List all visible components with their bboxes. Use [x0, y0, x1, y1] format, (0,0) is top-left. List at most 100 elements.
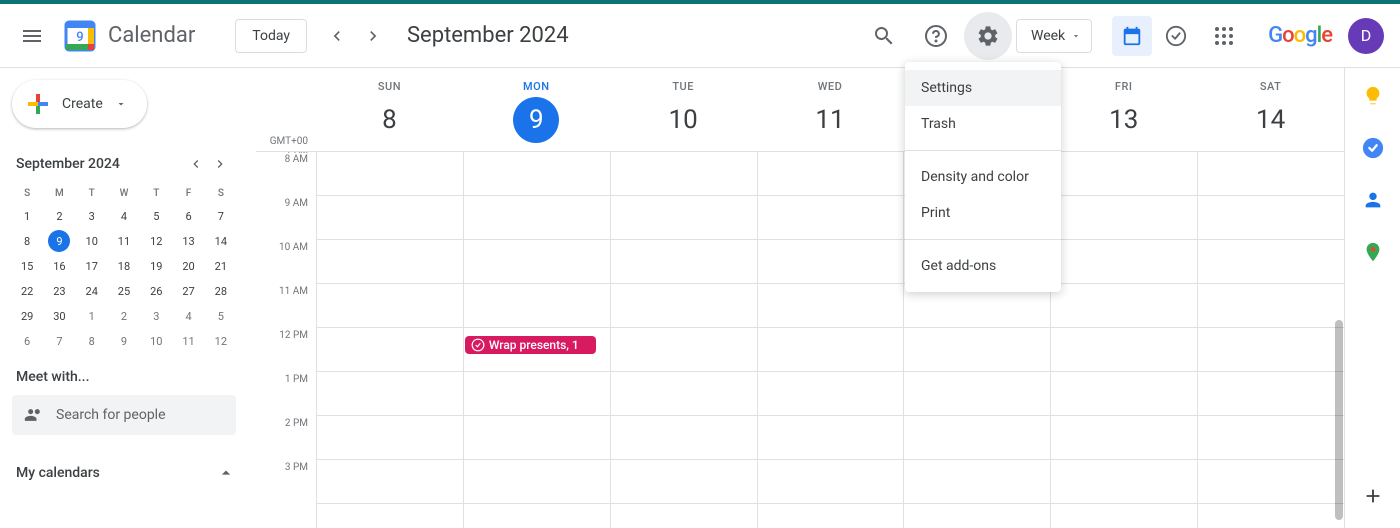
- day-column[interactable]: [1050, 152, 1197, 528]
- minical-day[interactable]: 18: [109, 255, 139, 278]
- time-slot[interactable]: [758, 328, 904, 372]
- time-slot[interactable]: [464, 196, 610, 240]
- time-slot[interactable]: [317, 504, 463, 528]
- minical-day[interactable]: 30: [44, 305, 74, 328]
- menu-item-settings[interactable]: Settings: [905, 70, 1061, 106]
- support-button[interactable]: [912, 12, 960, 60]
- minical-day[interactable]: 23: [44, 280, 74, 303]
- minical-day[interactable]: 1: [77, 305, 107, 328]
- time-slot[interactable]: [317, 416, 463, 460]
- time-slot[interactable]: [317, 284, 463, 328]
- time-slot[interactable]: [758, 196, 904, 240]
- minical-day[interactable]: 6: [173, 205, 203, 228]
- next-period-button[interactable]: [355, 18, 391, 54]
- minical-day[interactable]: 7: [206, 205, 236, 228]
- minical-day[interactable]: 26: [141, 280, 171, 303]
- day-column[interactable]: [316, 152, 463, 528]
- time-slot[interactable]: [317, 372, 463, 416]
- main-menu-button[interactable]: [8, 12, 56, 60]
- time-slot[interactable]: [1051, 196, 1197, 240]
- minical-day[interactable]: 22: [12, 280, 42, 303]
- time-slot[interactable]: [1198, 240, 1344, 284]
- day-header[interactable]: MON9: [463, 68, 610, 151]
- time-slot[interactable]: [611, 328, 757, 372]
- minical-day[interactable]: 11: [109, 230, 139, 253]
- time-slot[interactable]: [758, 372, 904, 416]
- minical-day[interactable]: 21: [206, 255, 236, 278]
- time-slot[interactable]: [1198, 284, 1344, 328]
- time-slot[interactable]: [1198, 504, 1344, 528]
- time-slot[interactable]: [1198, 328, 1344, 372]
- minical-day[interactable]: 12: [141, 230, 171, 253]
- time-slot[interactable]: [1051, 284, 1197, 328]
- time-slot[interactable]: [1051, 152, 1197, 196]
- minical-day[interactable]: 8: [77, 330, 107, 353]
- time-slot[interactable]: [758, 460, 904, 504]
- search-button[interactable]: [860, 12, 908, 60]
- minical-day[interactable]: 11: [173, 330, 203, 353]
- time-slot[interactable]: [758, 284, 904, 328]
- time-slot[interactable]: [904, 372, 1050, 416]
- minical-day[interactable]: 20: [173, 255, 203, 278]
- prev-period-button[interactable]: [319, 18, 355, 54]
- minical-day[interactable]: 7: [44, 330, 74, 353]
- calendar-mode-button[interactable]: [1112, 16, 1152, 56]
- time-slot[interactable]: [1051, 372, 1197, 416]
- time-slot[interactable]: [1051, 416, 1197, 460]
- time-slot[interactable]: [464, 504, 610, 528]
- day-column[interactable]: [1197, 152, 1344, 528]
- contacts-addon-icon[interactable]: [1361, 188, 1385, 212]
- time-slot[interactable]: [1198, 196, 1344, 240]
- today-button[interactable]: Today: [235, 19, 307, 53]
- day-header[interactable]: WED11: [757, 68, 904, 151]
- create-button[interactable]: Create: [12, 80, 147, 128]
- menu-item-trash[interactable]: Trash: [905, 106, 1061, 142]
- time-slot[interactable]: [611, 152, 757, 196]
- app-logo[interactable]: 9 Calendar: [60, 16, 195, 56]
- keep-addon-icon[interactable]: [1361, 84, 1385, 108]
- minical-day[interactable]: 19: [141, 255, 171, 278]
- minical-day[interactable]: 5: [206, 305, 236, 328]
- time-slot[interactable]: [1198, 460, 1344, 504]
- time-slot[interactable]: [904, 328, 1050, 372]
- mini-calendar[interactable]: SMTWTFS123456789101112131415161718192021…: [12, 184, 236, 353]
- account-avatar[interactable]: D: [1348, 18, 1384, 54]
- maps-addon-icon[interactable]: [1361, 240, 1385, 264]
- time-slot[interactable]: [1051, 504, 1197, 528]
- minical-day[interactable]: 8: [12, 230, 42, 253]
- search-people-input[interactable]: Search for people: [12, 395, 236, 435]
- minical-day[interactable]: 9: [109, 330, 139, 353]
- time-slot[interactable]: [464, 372, 610, 416]
- time-slot[interactable]: [464, 152, 610, 196]
- time-slot[interactable]: [758, 504, 904, 528]
- time-slot[interactable]: [1198, 152, 1344, 196]
- apps-button[interactable]: [1200, 12, 1248, 60]
- get-addons-button[interactable]: [1361, 484, 1385, 508]
- time-slot[interactable]: [611, 284, 757, 328]
- minical-prev-button[interactable]: [188, 152, 212, 176]
- menu-item-density[interactable]: Density and color: [905, 159, 1061, 195]
- minical-day[interactable]: 25: [109, 280, 139, 303]
- time-slot[interactable]: [317, 240, 463, 284]
- time-slot[interactable]: [464, 416, 610, 460]
- time-slot[interactable]: [317, 196, 463, 240]
- minical-day[interactable]: 4: [173, 305, 203, 328]
- minical-day[interactable]: 12: [206, 330, 236, 353]
- minical-day[interactable]: 10: [141, 330, 171, 353]
- time-slot[interactable]: [904, 416, 1050, 460]
- view-selector[interactable]: Week: [1016, 19, 1092, 53]
- time-slot[interactable]: [317, 328, 463, 372]
- day-header[interactable]: SAT14: [1197, 68, 1344, 151]
- time-slot[interactable]: [904, 504, 1050, 528]
- day-header[interactable]: SUN8: [316, 68, 463, 151]
- day-header[interactable]: TUE10: [610, 68, 757, 151]
- minical-day[interactable]: 24: [77, 280, 107, 303]
- time-slot[interactable]: [1198, 416, 1344, 460]
- settings-button[interactable]: [964, 12, 1012, 60]
- time-slot[interactable]: [317, 460, 463, 504]
- time-slot[interactable]: [611, 372, 757, 416]
- time-slot[interactable]: [1051, 328, 1197, 372]
- time-slot[interactable]: [1051, 240, 1197, 284]
- time-slot[interactable]: [611, 460, 757, 504]
- minical-day[interactable]: 2: [109, 305, 139, 328]
